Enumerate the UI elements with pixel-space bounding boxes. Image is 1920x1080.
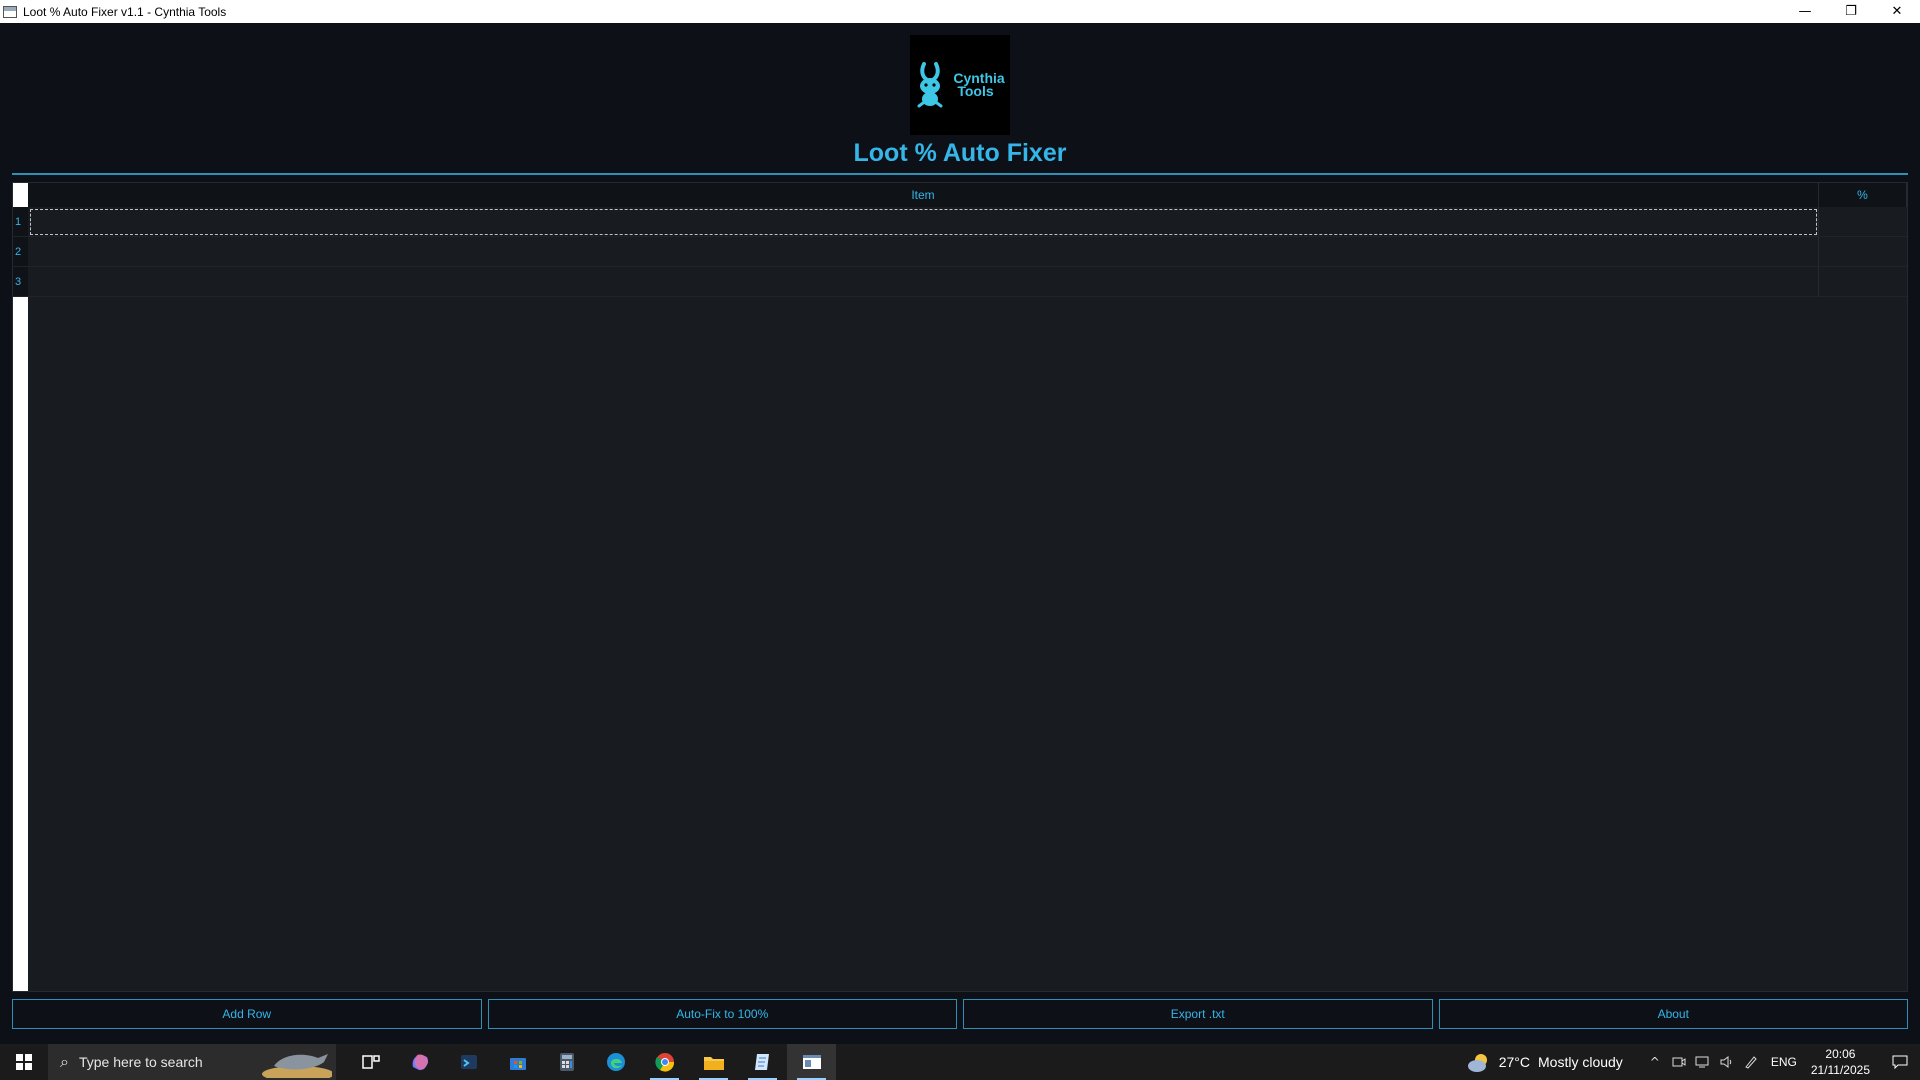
cloud-icon [1467, 1054, 1487, 1072]
item-cell[interactable] [28, 237, 1819, 267]
clock-date: 21/11/2025 [1810, 1063, 1870, 1077]
export-txt-button[interactable]: Export .txt [963, 999, 1433, 1029]
chrome-icon [654, 1053, 674, 1072]
taskbar: ⌕ Type here to search 27°C Mostly cloudy… [0, 1044, 1920, 1080]
close-button[interactable]: ✕ [1874, 0, 1920, 23]
table-row[interactable]: 3 [13, 267, 1907, 297]
task-view-icon [361, 1055, 380, 1069]
notification-button[interactable] [1880, 1044, 1920, 1080]
loot-fixer-taskbar-button[interactable] [787, 1044, 836, 1080]
item-cell[interactable] [28, 267, 1819, 297]
header-divider [12, 173, 1908, 175]
auto-fix-button[interactable]: Auto-Fix to 100% [487, 999, 957, 1029]
notepad-icon [754, 1054, 769, 1070]
pinned-apps [346, 1044, 836, 1080]
pen-workspace-icon [1745, 1056, 1757, 1069]
volume-icon[interactable] [1715, 1044, 1739, 1080]
item-cell[interactable] [28, 207, 1819, 237]
column-header-item[interactable]: Item [28, 183, 1819, 207]
loot-table[interactable]: Item % 1 2 3 [12, 182, 1908, 992]
logo-text: Cynthia Tools [953, 70, 1005, 99]
notepad-button[interactable] [738, 1044, 787, 1080]
weather-temperature: 27°C [1498, 1054, 1530, 1070]
weather-widget[interactable]: 27°C Mostly cloudy [1467, 1051, 1623, 1073]
add-row-button[interactable]: Add Row [12, 999, 482, 1029]
table-row[interactable]: 1 [13, 207, 1907, 237]
edge-icon [606, 1053, 625, 1071]
start-button[interactable] [0, 1044, 48, 1080]
chrome-button[interactable] [640, 1044, 689, 1080]
network-icon[interactable] [1691, 1044, 1715, 1080]
minimize-button[interactable]: — [1782, 0, 1828, 23]
input-language[interactable]: ENG [1771, 1055, 1797, 1069]
meet-icon[interactable] [1667, 1044, 1691, 1080]
row-number[interactable]: 2 [13, 237, 28, 267]
edge-button[interactable] [591, 1044, 640, 1080]
windows-icon [16, 1054, 32, 1070]
restore-button[interactable]: ❐ [1828, 0, 1874, 23]
page-title: Loot % Auto Fixer [853, 139, 1067, 167]
percent-cell[interactable] [1819, 237, 1907, 267]
store-icon [509, 1058, 526, 1070]
show-hidden-icons-icon[interactable]: ^ [1643, 1044, 1667, 1080]
row-number[interactable]: 3 [13, 267, 28, 297]
window-controls: — ❐ ✕ [1782, 0, 1920, 23]
pen-icon[interactable] [1739, 1044, 1763, 1080]
column-header-percent[interactable]: % [1819, 183, 1907, 207]
restore-icon: ❐ [1845, 4, 1857, 19]
store-button[interactable] [493, 1044, 542, 1080]
calculator-button[interactable] [542, 1044, 591, 1080]
window-title: Loot % Auto Fixer v1.1 - Cynthia Tools [23, 4, 227, 19]
button-bar: Add Row Auto-Fix to 100% Export .txt Abo… [12, 999, 1908, 1029]
notification-icon [1892, 1055, 1908, 1069]
terminal-icon [460, 1055, 477, 1069]
copilot-button[interactable] [395, 1044, 444, 1080]
system-tray: 27°C Mostly cloudy ^ ENG 20:06 21/11/202… [1467, 1044, 1920, 1080]
table-row[interactable]: 2 [13, 237, 1907, 267]
task-view-button[interactable] [346, 1044, 395, 1080]
camera-icon [1672, 1057, 1686, 1067]
search-highlight-icon [262, 1054, 332, 1078]
select-all-corner[interactable] [13, 183, 28, 207]
minimize-icon: — [1798, 4, 1812, 19]
about-button[interactable]: About [1438, 999, 1908, 1029]
app-window-icon [802, 1055, 821, 1069]
percent-cell[interactable] [1819, 207, 1907, 237]
close-icon: ✕ [1891, 4, 1903, 19]
clock-time: 20:06 [1825, 1047, 1856, 1061]
ethernet-icon [1695, 1056, 1709, 1068]
app-window: Cynthia Tools Loot % Auto Fixer Item % 1… [0, 23, 1920, 1044]
copilot-icon [412, 1054, 428, 1071]
app-icon [3, 5, 17, 18]
search-placeholder: Type here to search [78, 1054, 203, 1070]
file-explorer-button[interactable] [689, 1044, 738, 1080]
row-header-empty [13, 297, 28, 991]
calculator-icon [559, 1053, 574, 1071]
search-icon: ⌕ [60, 1052, 69, 1071]
weather-description: Mostly cloudy [1538, 1054, 1623, 1070]
terminal-app-button[interactable] [444, 1044, 493, 1080]
rabbit-logo-icon [917, 62, 943, 108]
folder-icon [703, 1057, 724, 1070]
title-bar: Loot % Auto Fixer v1.1 - Cynthia Tools —… [0, 0, 1920, 23]
percent-cell[interactable] [1819, 267, 1907, 297]
row-number[interactable]: 1 [13, 207, 28, 237]
speaker-icon [1720, 1056, 1732, 1068]
cynthia-tools-logo: Cynthia Tools [910, 35, 1010, 135]
taskbar-search[interactable]: ⌕ Type here to search [48, 1044, 336, 1080]
clock[interactable]: 20:06 21/11/2025 [1811, 1046, 1870, 1078]
